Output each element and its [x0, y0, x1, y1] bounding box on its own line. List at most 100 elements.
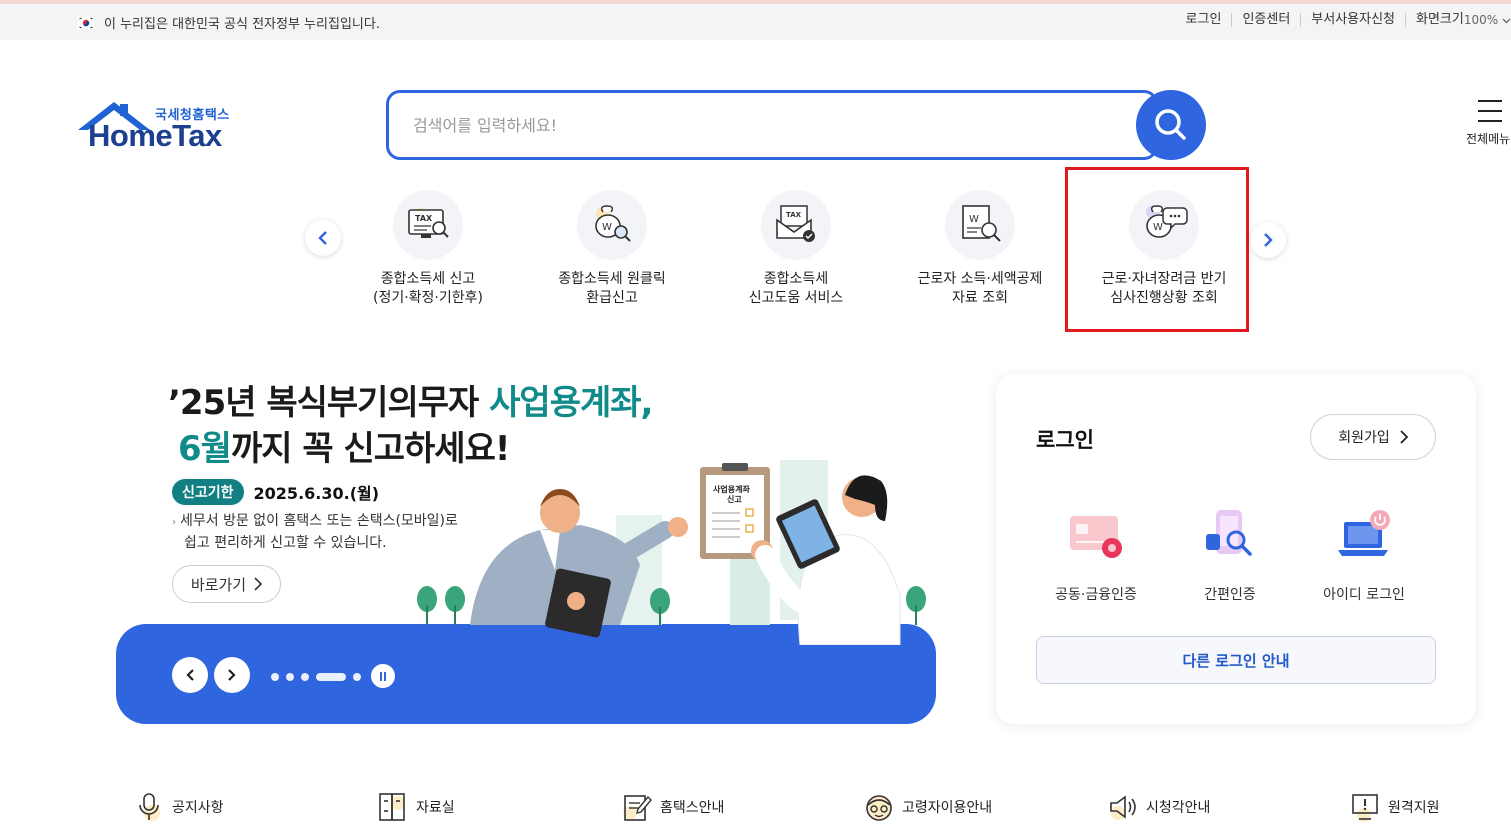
other-login-label: 다른 로그인 안내 — [1182, 651, 1290, 670]
bottom-nav-elderly[interactable]: 고령자이용안내 — [864, 791, 992, 823]
chevron-left-icon — [318, 231, 327, 245]
zoom-select[interactable]: 100% — [1464, 13, 1511, 27]
banner-title-part1: ’25년 복식부기의무자 — [168, 383, 490, 423]
bottom-nav-audiovisual[interactable]: 시청각안내 — [1108, 791, 1210, 823]
bullet-arrow-icon: › — [172, 517, 176, 528]
microphone-icon — [134, 791, 164, 823]
search-button[interactable] — [1136, 90, 1206, 160]
join-label: 회원가입 — [1338, 430, 1390, 446]
bottom-nav-label: 홈택스안내 — [660, 800, 725, 816]
quick-menu-next-button[interactable] — [1250, 222, 1286, 258]
gov-banner-text: 이 누리집은 대한민국 공식 전자정부 누리집입니다. — [104, 17, 380, 32]
quick-item-label: 종합소득세 신고 (정기·확정·기한후) — [373, 271, 483, 306]
logo-text: HomeTax — [88, 118, 222, 153]
quick-item-label: 근로자 소득·세액공제 자료 조회 — [917, 271, 1043, 306]
quick-item-label: 종합소득세 원클릭 환급신고 — [558, 271, 666, 306]
login-card: 로그인 회원가입 공동·금융인증 간편인증 아이디 로그인 다른 로그인 안내 — [996, 374, 1476, 724]
bottom-nav-label: 공지사항 — [172, 800, 224, 816]
slide-dot[interactable] — [301, 673, 309, 681]
all-menu-button[interactable]: 전체메뉴 — [1466, 100, 1511, 147]
quick-item-help-service[interactable]: TAX 종합소득세 신고도움 서비스 — [706, 190, 886, 308]
korean-flag-icon — [78, 16, 94, 29]
deadline-date: 2025.6.30.(월) — [253, 484, 380, 503]
chevron-right-icon — [254, 577, 263, 591]
banner-title-accent1: 사업용계좌, — [489, 383, 653, 423]
search-input[interactable] — [413, 113, 1113, 137]
slide-dot-active[interactable] — [316, 673, 346, 681]
chevron-left-icon — [186, 669, 194, 681]
speaker-icon — [1108, 791, 1138, 823]
bottom-nav-label: 고령자이용안내 — [902, 800, 993, 816]
screen-size-label: 화면크기 — [1416, 12, 1464, 27]
chevron-right-icon — [1264, 233, 1273, 247]
login-option-label: 공동·금융인증 — [1055, 587, 1137, 603]
login-option-label: 아이디 로그인 — [1323, 587, 1405, 603]
all-menu-label: 전체메뉴 — [1466, 132, 1511, 146]
slide-pause-button[interactable] — [371, 664, 395, 688]
bottom-nav-guide[interactable]: 홈택스안내 — [622, 791, 724, 823]
phone-search-icon — [1198, 504, 1262, 568]
bottom-nav-archive[interactable]: 자료실 — [378, 791, 455, 823]
document-search-icon: W — [945, 190, 1015, 260]
svg-text:TAX: TAX — [415, 214, 433, 223]
login-option-certificate[interactable]: 공동·금융인증 — [1026, 504, 1166, 604]
dept-user-link[interactable]: 부서사용자신청 — [1301, 13, 1407, 27]
laptop-power-icon — [1332, 504, 1396, 568]
cert-center-link[interactable]: 인증센터 — [1232, 13, 1302, 27]
file-cabinet-icon — [378, 791, 408, 823]
other-login-button[interactable]: 다른 로그인 안내 — [1036, 636, 1436, 684]
tax-envelope-check-icon: TAX — [761, 190, 831, 260]
bottom-nav-label: 자료실 — [416, 800, 455, 816]
deadline-badge: 신고기한 — [172, 479, 244, 505]
pause-icon — [380, 671, 382, 681]
search-box — [386, 90, 1158, 160]
hamburger-icon — [1478, 100, 1502, 122]
svg-text:W: W — [969, 214, 979, 225]
search-icon — [1155, 109, 1186, 140]
slide-dot[interactable] — [353, 673, 361, 681]
bottom-nav: 공지사항 자료실 홈택스안내 고령자이용안내 시청각안내 원격지원 — [0, 785, 1511, 835]
banner-go-button[interactable]: 바로가기 — [172, 565, 281, 603]
chevron-right-icon — [1400, 430, 1408, 444]
elderly-face-icon — [864, 791, 894, 823]
money-bag-search-icon: W — [577, 190, 647, 260]
banner-desc-line2: 쉽고 편리하게 신고할 수 있습니다. — [184, 535, 387, 551]
chevron-right-icon — [228, 669, 236, 681]
quick-item-one-click-refund[interactable]: W 종합소득세 원클릭 환급신고 — [522, 190, 702, 308]
login-title: 로그인 — [1036, 428, 1094, 452]
svg-text:사업용계좌: 사업용계좌 — [713, 484, 750, 494]
notepad-pen-icon — [622, 791, 652, 823]
gov-banner: 이 누리집은 대한민국 공식 전자정부 누리집입니다. 로그인 인증센터 부서사… — [0, 4, 1511, 40]
join-button[interactable]: 회원가입 — [1310, 414, 1436, 460]
slide-dot[interactable] — [286, 673, 294, 681]
top-login-link[interactable]: 로그인 — [1176, 13, 1233, 27]
quick-item-label: 종합소득세 신고도움 서비스 — [748, 271, 844, 306]
slide-next-button[interactable] — [214, 657, 250, 693]
chevron-down-icon — [1502, 18, 1511, 24]
banner-title-accent2: 6월 — [178, 429, 232, 469]
login-option-id[interactable]: 아이디 로그인 — [1294, 504, 1434, 604]
bottom-nav-label: 시청각안내 — [1146, 800, 1211, 816]
bottom-nav-notice[interactable]: 공지사항 — [134, 791, 224, 823]
zoom-value: 100% — [1463, 13, 1499, 27]
highlight-box — [1065, 167, 1249, 332]
bottom-nav-remote-support[interactable]: 원격지원 — [1350, 791, 1440, 823]
monitor-alert-icon — [1350, 791, 1380, 823]
quick-menu-prev-button[interactable] — [305, 220, 341, 256]
login-option-label: 간편인증 — [1204, 587, 1256, 603]
svg-text:TAX: TAX — [786, 211, 802, 219]
quick-item-income-tax-report[interactable]: TAX 종합소득세 신고 (정기·확정·기한후) — [338, 190, 518, 308]
svg-text:W: W — [602, 222, 612, 233]
login-option-simple[interactable]: 간편인증 — [1160, 504, 1300, 604]
hometax-logo[interactable]: 국세청홈택스 HomeTax — [76, 100, 236, 156]
slide-prev-button[interactable] — [172, 657, 208, 693]
banner-illustration: 사업용계좌 신고 — [417, 460, 926, 645]
banner-go-label: 바로가기 — [190, 575, 247, 594]
svg-text:신고: 신고 — [727, 494, 742, 504]
tax-monitor-icon: TAX — [393, 190, 463, 260]
slide-dot[interactable] — [271, 673, 279, 681]
quick-item-deduction-lookup[interactable]: W 근로자 소득·세액공제 자료 조회 — [890, 190, 1070, 308]
bottom-nav-label: 원격지원 — [1388, 800, 1440, 816]
certificate-card-icon — [1064, 504, 1128, 568]
banner-deadline: 신고기한 2025.6.30.(월) — [172, 479, 379, 505]
